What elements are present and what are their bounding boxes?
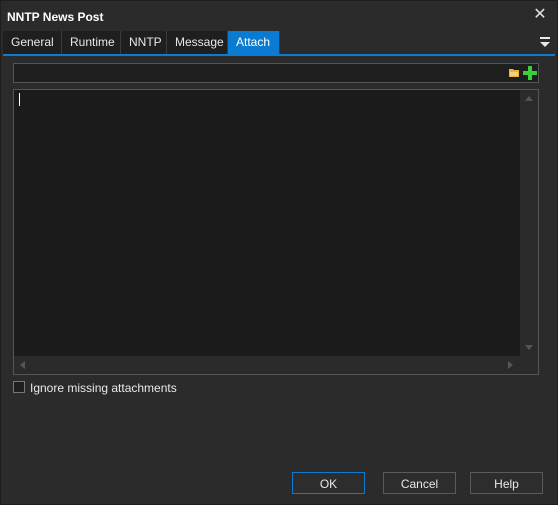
folder-icon[interactable] xyxy=(509,68,519,77)
close-icon[interactable]: ✕ xyxy=(531,6,549,24)
tab-strip: General Runtime NNTP Message Attach xyxy=(3,31,555,56)
title-bar: NNTP News Post ✕ xyxy=(1,1,557,31)
horizontal-scrollbar[interactable] xyxy=(14,356,520,374)
tab-nntp[interactable]: NNTP xyxy=(121,31,167,54)
tab-general[interactable]: General xyxy=(3,31,62,54)
tab-attach[interactable]: Attach xyxy=(228,31,280,54)
attachment-path-field xyxy=(13,63,539,83)
attachments-list xyxy=(13,89,539,375)
vertical-scrollbar[interactable] xyxy=(520,90,538,356)
dialog-window: NNTP News Post ✕ General Runtime NNTP Me… xyxy=(0,0,558,505)
window-title: NNTP News Post xyxy=(7,10,104,24)
ignore-missing-label: Ignore missing attachments xyxy=(30,381,177,395)
attachment-path-input[interactable] xyxy=(14,64,504,82)
tab-menu-icon[interactable] xyxy=(539,35,551,49)
cancel-button[interactable]: Cancel xyxy=(383,472,456,494)
attachments-text-area[interactable] xyxy=(14,90,520,356)
scroll-right-icon[interactable] xyxy=(508,361,513,369)
scroll-left-icon[interactable] xyxy=(20,361,25,369)
tab-runtime[interactable]: Runtime xyxy=(62,31,121,54)
plus-icon[interactable] xyxy=(523,66,537,80)
scroll-down-icon[interactable] xyxy=(525,345,533,350)
text-caret xyxy=(19,93,20,106)
help-button[interactable]: Help xyxy=(470,472,543,494)
scrollbar-corner xyxy=(520,356,538,374)
scroll-up-icon[interactable] xyxy=(525,96,533,101)
ignore-missing-checkbox[interactable] xyxy=(13,381,25,393)
ok-button[interactable]: OK xyxy=(292,472,365,494)
tab-message[interactable]: Message xyxy=(167,31,228,54)
